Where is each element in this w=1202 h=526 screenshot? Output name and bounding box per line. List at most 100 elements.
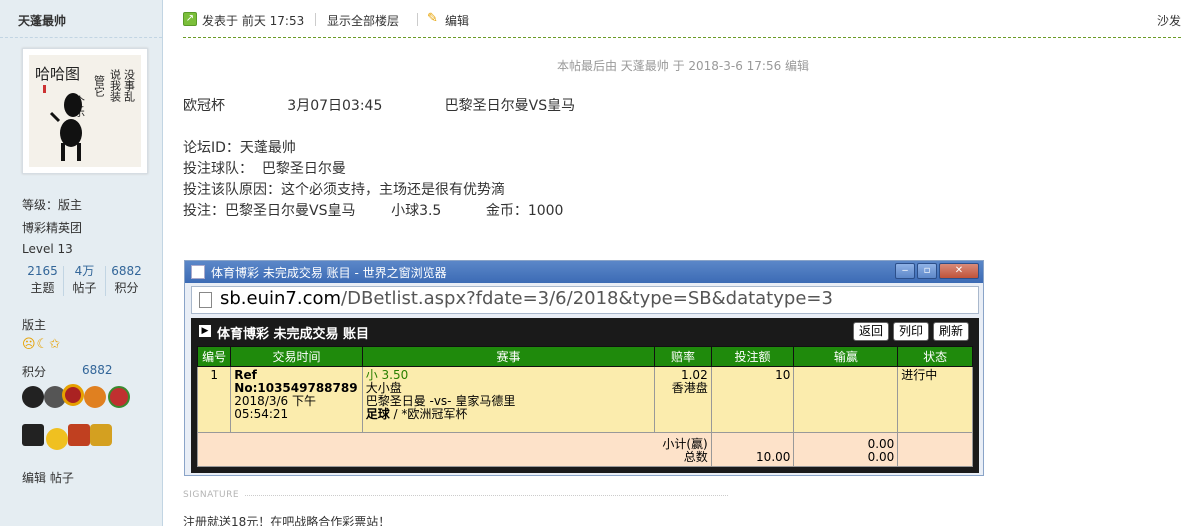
user-sidebar: 天蓬最帅 哈哈图 管它 说我装 没事乱 个乐 等级：版主 博彩精英团	[0, 0, 163, 526]
url-host: sb.euin7.com	[220, 288, 342, 309]
medal-icon[interactable]	[22, 386, 44, 408]
medal-icon[interactable]	[84, 386, 106, 408]
browser-titlebar: 体育博彩 未完成交易 账目 - 世界之窗浏览器 ‒ ▫ ✕	[185, 261, 983, 283]
refresh-button: 刷新	[933, 322, 969, 341]
user-group[interactable]: 博彩精英团	[22, 219, 82, 236]
col-header: 编号	[196, 346, 232, 367]
stat-posts[interactable]: 4万 帖子	[64, 263, 105, 299]
summary-labels: 小计(赢) 总数	[197, 432, 712, 467]
subtotal-label: 小计(赢)	[662, 437, 708, 451]
bet-panel-title: 体育博彩 未完成交易 账目	[217, 327, 370, 342]
browser-url: sb.euin7.com/DBetlist.aspx?fdate=3/6/201…	[220, 288, 833, 309]
bet-sport: 足球	[365, 407, 390, 421]
cell-event: 小 3.50 大小盘 巴黎圣日曼 -vs- 皇家马德里 足球 / *欧洲冠军杯	[361, 366, 656, 433]
last-edit-note: 本帖最后由 天蓬最帅 于 2018-3-6 17:56 编辑	[556, 59, 810, 73]
pencil-icon: ✎	[427, 11, 438, 26]
svg-text:哈哈图: 哈哈图	[35, 65, 80, 83]
odds-value: 1.02	[680, 368, 708, 382]
stat-points[interactable]: 6882 积分	[106, 263, 147, 299]
svg-text:管它: 管它	[93, 74, 106, 97]
medal-icon[interactable]	[62, 384, 84, 406]
svg-text:没事乱: 没事乱	[123, 69, 136, 102]
show-all-floors-link[interactable]: 显示全部楼层	[327, 12, 399, 29]
edit-link[interactable]: 编辑	[445, 12, 469, 29]
avatar[interactable]: 哈哈图 管它 说我装 没事乱 个乐	[22, 48, 148, 174]
user-level: Level 13	[22, 242, 73, 256]
summary-status	[897, 432, 973, 467]
browser-address-bar: sb.euin7.com/DBetlist.aspx?fdate=3/6/201…	[191, 286, 979, 314]
ref-number: Ref No:103549788789	[234, 368, 358, 395]
back-button: 返回	[853, 322, 889, 341]
medal-icon[interactable]	[108, 386, 130, 408]
close-icon: ✕	[939, 263, 979, 279]
browser-window-title: 体育博彩 未完成交易 账目 - 世界之窗浏览器	[211, 266, 447, 280]
medal-icon[interactable]	[22, 424, 44, 446]
stat-points-label: 积分	[114, 281, 139, 295]
win-total: 0.00	[867, 450, 895, 464]
stat-posts-value: 4万	[74, 264, 95, 278]
username[interactable]: 天蓬最帅	[0, 0, 162, 38]
page-icon	[199, 292, 212, 308]
odds-type: 香港盘	[671, 381, 708, 395]
medals	[22, 384, 137, 456]
post-line-team: 投注球队： 巴黎圣日尔曼	[183, 161, 346, 177]
signature-divider: SIGNATURE	[183, 490, 728, 502]
summary-row: 小计(赢) 总数 10.00 0.00 0.00	[197, 432, 973, 467]
col-header: 赛事	[361, 346, 656, 367]
print-button: 列印	[893, 322, 929, 341]
bet-screenshot-image[interactable]: 体育博彩 未完成交易 账目 - 世界之窗浏览器 ‒ ▫ ✕ sb.euin7.c…	[184, 260, 984, 476]
cell-result	[793, 366, 899, 433]
post-line-match: 欧冠杯 3月07日03:45 巴黎圣日尔曼VS皇马	[183, 98, 576, 114]
floor-number: 沙发	[1156, 14, 1181, 28]
maximize-icon: ▫	[917, 263, 937, 279]
post-line-forum-id: 论坛ID：天蓬最帅	[183, 140, 296, 156]
win-subtotal: 0.00	[867, 437, 895, 451]
bet-time: 2018/3/6 下午 05:54:21	[234, 394, 316, 421]
stat-topics-label: 主题	[30, 281, 55, 295]
avatar-image: 哈哈图 管它 说我装 没事乱 个乐	[29, 55, 141, 167]
status-emoticons: ☹☾✩	[22, 337, 62, 352]
signature-label: SIGNATURE	[183, 490, 240, 500]
medal-icon[interactable]	[90, 424, 112, 446]
post-line-reason: 投注该队原因：这个必须支持，主场还是很有优势滴	[183, 182, 505, 198]
cell-odds: 1.02 香港盘	[654, 366, 712, 433]
user-actions[interactable]: 编辑 帖子	[22, 469, 74, 486]
medal-icon[interactable]	[46, 428, 68, 450]
col-header: 交易时间	[230, 346, 363, 367]
stat-topics-value: 2165	[27, 264, 58, 278]
col-header: 状态	[897, 346, 973, 367]
cell-status: 进行中	[897, 366, 973, 433]
win-totals: 0.00 0.00	[793, 432, 899, 467]
bet-panel-header: ▶ 体育博彩 未完成交易 账目 返回 列印 刷新	[191, 318, 979, 345]
stat-posts-label: 帖子	[72, 281, 97, 295]
total-label: 总数	[683, 450, 708, 464]
points-label: 积分	[22, 365, 47, 379]
post-meta-bar: ↗ 发表于 前天 17:53 显示全部楼层 ✎ 编辑 沙发	[183, 0, 1181, 38]
user-role: 版主	[22, 318, 47, 332]
bet-league: / *欧洲冠军杯	[389, 407, 468, 421]
bet-market: 大小盘	[365, 381, 402, 395]
svg-text:说我装: 说我装	[109, 68, 122, 103]
url-path: /DBetlist.aspx?fdate=3/6/2018&type=SB&da…	[341, 288, 833, 309]
post-time: 发表于 前天 17:53	[202, 14, 305, 28]
divider	[315, 13, 316, 26]
col-header: 赔率	[654, 346, 712, 367]
table-row: 1 Ref No:103549788789 2018/3/6 下午 05:54:…	[196, 366, 973, 433]
col-header: 投注额	[710, 346, 795, 367]
bet-panel: ▶ 体育博彩 未完成交易 账目 返回 列印 刷新 编号 交易时间 赛事 赔率 投…	[191, 318, 979, 473]
post-line-bet: 投注：巴黎圣日尔曼VS皇马 小球3.5 金币：1000	[183, 203, 564, 219]
signature-text[interactable]: 注册就送18元！在吧战略合作彩票站！	[183, 513, 390, 526]
bet-table: 编号 交易时间 赛事 赔率 投注额 输赢 状态 1 Ref No:1035497…	[196, 346, 973, 467]
stat-points-value: 6882	[111, 264, 142, 278]
bet-selection: 小 3.50	[365, 368, 409, 382]
cell-no: 1	[196, 366, 232, 433]
bet-match: 巴黎圣日曼 -vs- 皇家马德里	[365, 394, 516, 408]
cell-time: Ref No:103549788789 2018/3/6 下午 05:54:21	[230, 366, 363, 433]
minimize-icon: ‒	[895, 263, 915, 279]
signature-dots	[245, 495, 728, 496]
online-icon: ↗	[183, 12, 197, 26]
arrow-right-icon: ▶	[199, 325, 211, 337]
medal-icon[interactable]	[68, 424, 90, 446]
stat-topics[interactable]: 2165 主题	[22, 263, 63, 299]
points-value: 6882	[82, 363, 113, 377]
